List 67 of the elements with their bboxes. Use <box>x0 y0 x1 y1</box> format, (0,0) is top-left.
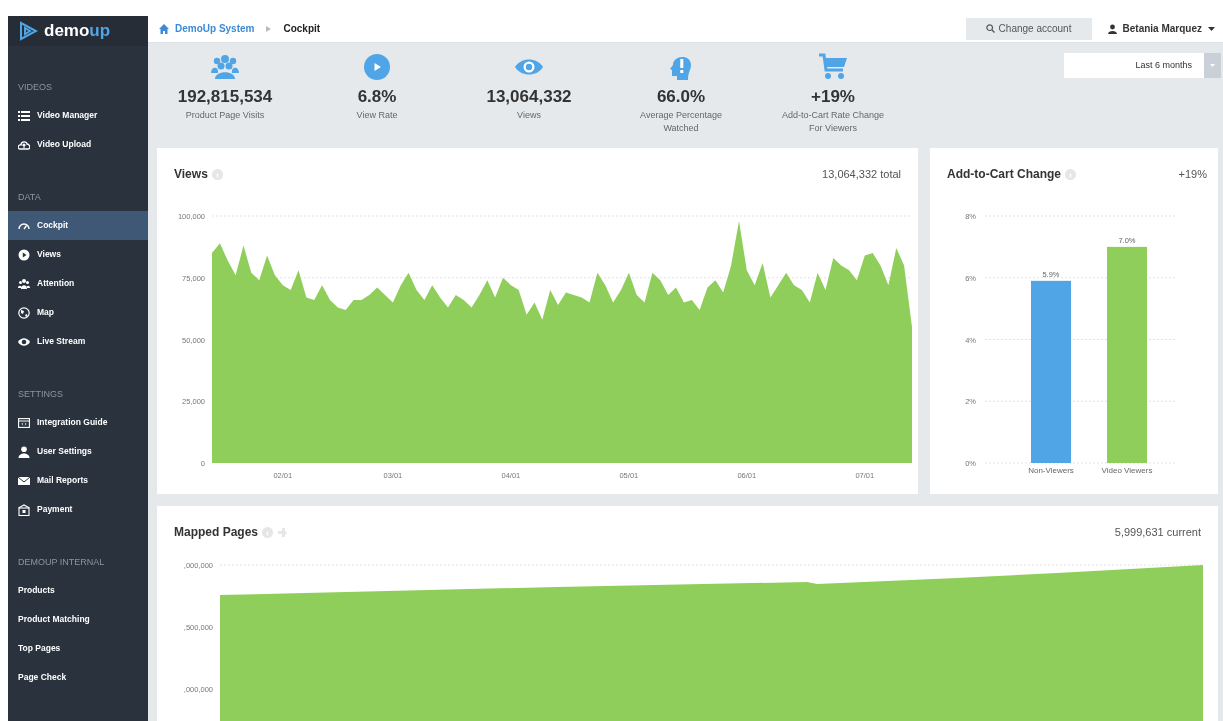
breadcrumb-link[interactable]: DemoUp System <box>175 21 255 37</box>
sidebar-item[interactable]: Views <box>8 240 148 269</box>
stat-value: 66.0% <box>656 86 706 107</box>
list-icon <box>18 109 30 122</box>
card-title: Add-to-Cart Change <box>947 166 1061 183</box>
eye-icon <box>18 335 30 348</box>
section-heading: VIDEOS <box>17 81 53 93</box>
change-account-button[interactable]: Change account <box>965 17 1092 40</box>
stat-label: Average Percentage Watched <box>639 108 723 135</box>
logo-text: demoup <box>44 20 111 43</box>
sidebar-item[interactable]: Cockpit <box>8 211 148 240</box>
breadcrumb-current: Cockpit <box>283 22 321 37</box>
caret-icon <box>1208 26 1215 31</box>
play-logo-icon <box>18 21 38 41</box>
current-value: 5,999,631 current <box>1114 524 1201 540</box>
dropdown-button[interactable] <box>1204 52 1221 78</box>
caret-icon <box>1210 63 1215 67</box>
play-icon <box>363 52 391 81</box>
info-icon <box>262 526 274 538</box>
sidebar-item[interactable]: Live Stream <box>8 327 148 356</box>
info-icon <box>211 168 223 180</box>
change-value: +19% <box>1178 166 1207 182</box>
stat-label: Views <box>516 108 542 122</box>
cloud-upload-icon <box>18 138 30 151</box>
section-heading: DEMOUP INTERNAL <box>17 556 106 568</box>
cart-icon <box>819 52 847 81</box>
info-icon <box>1065 168 1076 180</box>
search-icon <box>985 24 995 34</box>
stat-label: Add-to-Cart Rate Change For Viewers <box>781 108 885 135</box>
sidebar-item[interactable]: Page Check <box>8 663 148 692</box>
envelope-icon <box>18 474 30 487</box>
section-heading: DATA <box>17 191 42 203</box>
axis-label: Video Viewers <box>1101 466 1153 475</box>
sidebar-item[interactable]: Attention <box>8 269 148 298</box>
stat-label: View Rate <box>355 108 399 122</box>
stat-value: +19% <box>811 86 855 107</box>
play-icon <box>18 248 30 261</box>
period-select[interactable]: Last 6 months <box>1064 52 1204 78</box>
globe-icon <box>18 306 30 319</box>
sidebar-item[interactable]: Products <box>8 576 148 605</box>
card-title: Mapped Pages <box>174 524 259 541</box>
sidebar-item[interactable]: Payment <box>8 495 148 524</box>
stat-value: 192,815,534 <box>177 86 273 107</box>
axis-label: Non-Viewers <box>1028 466 1074 475</box>
gift-box-icon <box>18 503 30 516</box>
people-icon <box>211 52 239 81</box>
sidebar-item[interactable]: Video Upload <box>8 130 148 159</box>
home-icon <box>158 22 170 35</box>
sidebar-item[interactable]: Video Manager <box>8 101 148 130</box>
views-total: 13,064,332 total <box>822 166 901 182</box>
card-title: Views <box>174 166 208 183</box>
sidebar-item[interactable]: Map <box>8 298 148 327</box>
sidebar-item[interactable]: Top Pages <box>8 634 148 663</box>
code-window-icon <box>18 416 30 429</box>
stat-value: 13,064,332 <box>486 86 572 107</box>
stat-value: 6.8% <box>357 86 397 107</box>
stat-label: Product Page Visits <box>184 108 266 122</box>
sidebar-item[interactable]: Integration Guide <box>8 408 148 437</box>
sidebar-item[interactable]: Product Matching <box>8 605 148 634</box>
section-heading: SETTINGS <box>17 388 64 400</box>
user-icon <box>1107 23 1117 34</box>
user-menu[interactable]: Betania Marquez <box>1107 21 1215 37</box>
sidebar-item[interactable]: User Settings <box>8 437 148 466</box>
chevron-icon <box>266 25 272 32</box>
user-icon <box>18 445 30 458</box>
sidebar-item[interactable]: Mail Reports <box>8 466 148 495</box>
people-icon <box>18 277 30 290</box>
